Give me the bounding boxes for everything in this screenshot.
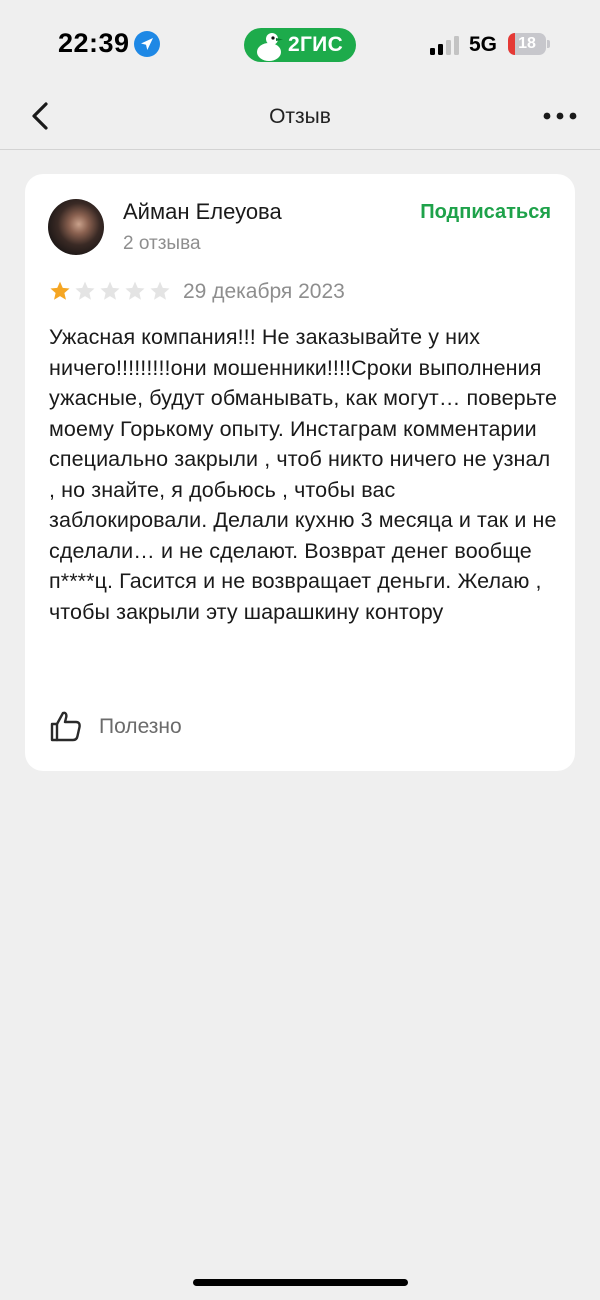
avatar[interactable] [48, 199, 104, 255]
review-card: Айман Елеуова 2 отзыва Подписаться 29 де… [25, 174, 575, 771]
page-title: Отзыв [269, 105, 331, 128]
rating-stars [49, 280, 171, 302]
home-indicator[interactable] [193, 1279, 408, 1286]
helpful-button[interactable]: Полезно [49, 706, 249, 746]
review-text: Ужасная компания!!! Не заказывайте у них… [49, 325, 558, 624]
subscribe-button[interactable]: Подписаться [420, 201, 551, 224]
status-bar: 22:39 2ГИС 5G 18 [0, 0, 600, 88]
thumbs-up-icon [50, 711, 81, 742]
review-count: 2 отзыва [123, 233, 201, 254]
location-arrow-icon [134, 31, 160, 57]
review-date: 29 декабря 2023 [183, 280, 345, 303]
star-empty-icon [125, 281, 145, 300]
star-empty-icon [75, 281, 95, 300]
signal-icon [430, 36, 459, 55]
nav-bar: Отзыв [0, 88, 600, 150]
star-empty-icon [100, 281, 120, 300]
brand-name: 2ГИС [288, 33, 344, 56]
star-filled-icon [50, 281, 70, 300]
more-dots-icon[interactable] [540, 102, 580, 130]
battery-icon: 18 [508, 33, 546, 55]
status-time: 22:39 [58, 28, 130, 58]
goose-icon [257, 33, 283, 61]
network-type: 5G [469, 33, 498, 56]
battery-tip [547, 40, 550, 48]
brand-badge[interactable]: 2ГИС [244, 28, 356, 62]
author-name[interactable]: Айман Елеуова [123, 199, 282, 225]
helpful-label: Полезно [99, 715, 182, 738]
star-empty-icon [150, 281, 170, 300]
battery-percent: 18 [518, 35, 536, 52]
